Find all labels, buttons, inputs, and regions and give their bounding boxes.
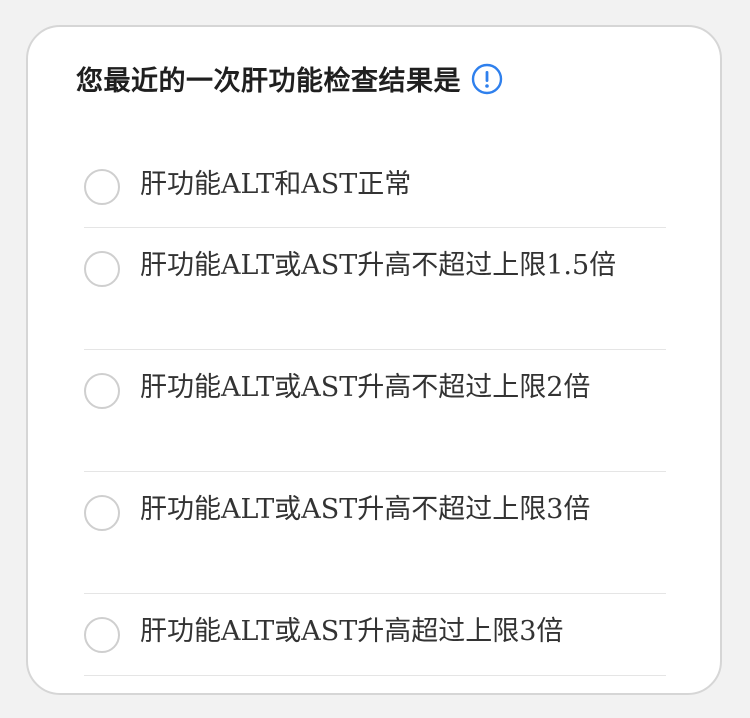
option-label: 肝功能ALT或AST升高不超过上限3倍 [140, 494, 591, 525]
radio-button[interactable] [84, 617, 120, 653]
radio-button[interactable] [84, 495, 120, 531]
option-5[interactable]: 肝功能ALT或AST升高超过上限3倍 [84, 594, 666, 676]
radio-button[interactable] [84, 169, 120, 205]
option-2[interactable]: 肝功能ALT或AST升高不超过上限1.5倍 [84, 228, 666, 350]
option-4[interactable]: 肝功能ALT或AST升高不超过上限3倍 [84, 472, 666, 594]
question-header: 您最近的一次肝功能检查结果是 [76, 59, 503, 98]
question-title: 您最近的一次肝功能检查结果是 [76, 66, 461, 97]
option-3[interactable]: 肝功能ALT或AST升高不超过上限2倍 [84, 350, 666, 472]
question-card: 您最近的一次肝功能检查结果是 肝功能ALT和AST正常 肝功能ALT或AST升高… [26, 25, 722, 695]
option-1[interactable]: 肝功能ALT和AST正常 [84, 132, 666, 228]
option-label: 肝功能ALT或AST升高不超过上限2倍 [140, 372, 591, 403]
option-label: 肝功能ALT或AST升高不超过上限1.5倍 [140, 250, 617, 281]
radio-button[interactable] [84, 373, 120, 409]
radio-button[interactable] [84, 251, 120, 287]
options-list: 肝功能ALT和AST正常 肝功能ALT或AST升高不超过上限1.5倍 肝功能AL… [84, 132, 666, 676]
option-label: 肝功能ALT或AST升高超过上限3倍 [140, 616, 564, 647]
option-label: 肝功能ALT和AST正常 [140, 169, 412, 200]
info-circle-icon[interactable] [471, 63, 503, 95]
